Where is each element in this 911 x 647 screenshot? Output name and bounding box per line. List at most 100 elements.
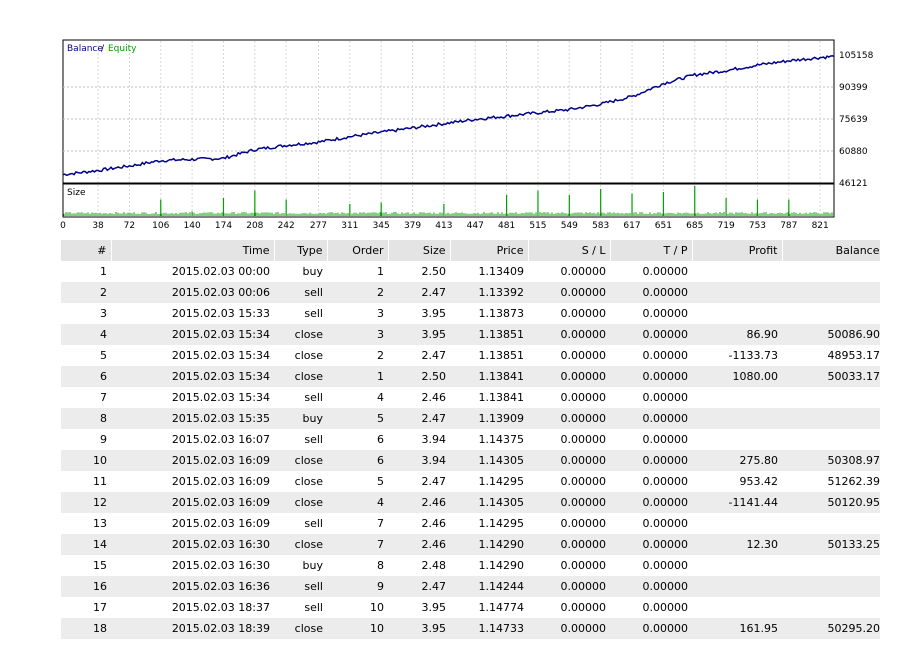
table-row[interactable]: 1 2015.02.03 00:00 buy 1 2.50 1.13409 0.00000 0…: [61, 261, 880, 282]
table-cell: close: [274, 366, 327, 387]
table-cell: 3.95: [421, 307, 447, 320]
table-row[interactable]: 6 2015.02.03 15:34 close 1 2.50 1.13841 0.0000…: [61, 366, 880, 387]
table-cell: 1: [100, 265, 107, 278]
table-row[interactable]: 15 2015.02.03 16:30 buy 8 2.48 1.14290 0.00000…: [61, 555, 880, 576]
column-header[interactable]: T / P: [610, 240, 693, 261]
table-cell: [692, 387, 782, 408]
table-cell: 2015.02.03 18:37: [171, 601, 270, 614]
column-header[interactable]: Time: [111, 240, 275, 261]
size-chart-title: Size: [67, 188, 86, 198]
table-cell: 0.00000: [610, 576, 692, 597]
table-cell: 0.00000: [610, 450, 692, 471]
table-cell: 2015.02.03 16:09: [111, 450, 274, 471]
table-cell: 6: [377, 433, 384, 446]
table-cell: 2015.02.03 15:35: [111, 408, 274, 429]
column-header[interactable]: Size: [388, 240, 451, 261]
table-cell: -1141.44: [692, 492, 782, 513]
table-cell: 15: [93, 559, 107, 572]
trades-table-container[interactable]: # Time Type Order Size Price S / LT / P Profit B…: [61, 240, 880, 647]
table-cell: 1.13409: [478, 265, 525, 278]
table-cell: 0.00000: [560, 349, 607, 362]
table-row[interactable]: 8 2015.02.03 15:35 buy 5 2.47 1.13909 0.00000 0…: [61, 408, 880, 429]
table-cell: 50295.20: [782, 618, 880, 639]
table-cell: 0.00000: [610, 408, 692, 429]
table-row[interactable]: 2 2015.02.03 00:06 sell 2 2.47 1.13392 0.00000…: [61, 282, 880, 303]
x-tick-label: 753: [749, 221, 766, 231]
table-cell: 1080.00: [692, 366, 782, 387]
table-cell: 0.00000: [642, 601, 689, 614]
table-cell: [692, 555, 782, 576]
table-cell: 2: [61, 282, 111, 303]
table-cell: 0.00000: [642, 475, 689, 488]
table-cell: 0.00000: [642, 349, 689, 362]
y-tick-label: 46121: [839, 179, 868, 189]
table-cell: 0.00000: [528, 534, 610, 555]
table-row[interactable]: 12 2015.02.03 16:09 close 4 2.46 1.14305 0.000…: [61, 492, 880, 513]
table-cell: 1.13841: [478, 391, 525, 404]
table-cell: 1.14290: [478, 559, 525, 572]
x-tick-label: 549: [561, 221, 578, 231]
x-tick-label: 617: [623, 221, 640, 231]
x-tick-label: 0: [60, 221, 66, 231]
table-cell: 17: [93, 601, 107, 614]
table-row[interactable]: 11 2015.02.03 16:09 close 5 2.47 1.14295 0.000…: [61, 471, 880, 492]
table-cell: 4: [377, 391, 384, 404]
table-cell: 2015.02.03 16:07: [171, 433, 270, 446]
table-cell: 50120.95: [782, 492, 880, 513]
table-cell: 2015.02.03 15:34: [171, 349, 270, 362]
table-row[interactable]: 18 2015.02.03 18:39 close 10 3.95 1.14733 0.00…: [61, 618, 880, 639]
table-cell: 2015.02.03 15:33: [171, 307, 270, 320]
table-cell: 50308.97: [782, 450, 880, 471]
x-tick-label: 38: [92, 221, 104, 231]
x-tick-label: 106: [152, 221, 169, 231]
table-cell: 2.47: [388, 576, 450, 597]
table-row[interactable]: 3 2015.02.03 15:33 sell 3 3.95 1.13873 0.00000…: [61, 303, 880, 324]
table-cell: 2.47: [421, 349, 447, 362]
table-cell: 12: [61, 492, 111, 513]
y-tick-label: 75639: [839, 115, 868, 125]
table-row[interactable]: 5 2015.02.03 15:34 close 2 2.47 1.13851 0.0000…: [61, 345, 880, 366]
table-cell: 5: [377, 475, 384, 488]
table-row[interactable]: 13 2015.02.03 16:09 sell 7 2.46 1.14295 0.0000…: [61, 513, 880, 534]
table-cell: 0.00000: [610, 366, 692, 387]
table-cell: 2015.02.03 16:36: [111, 576, 274, 597]
table-cell: 4: [61, 324, 111, 345]
table-cell: 1.13851: [450, 324, 528, 345]
column-header[interactable]: Type: [274, 240, 328, 261]
table-cell: 0.00000: [528, 324, 610, 345]
table-cell: [692, 408, 782, 429]
table-row[interactable]: 7 2015.02.03 15:34 sell 4 2.46 1.13841 0.00000…: [61, 387, 880, 408]
table-cell: close: [274, 618, 327, 639]
table-row[interactable]: 17 2015.02.03 18:37 sell 10 3.95 1.14774 0.000…: [61, 597, 880, 618]
x-tick-label: 277: [310, 221, 327, 231]
table-cell: buy: [302, 559, 323, 572]
column-header[interactable]: #: [61, 240, 112, 261]
table-cell: [692, 597, 782, 618]
table-cell: 0.00000: [528, 492, 610, 513]
column-header[interactable]: Balance: [782, 240, 880, 261]
table-cell: 275.80: [692, 450, 782, 471]
table-cell: 0.00000: [528, 618, 610, 639]
table-cell: [692, 429, 782, 450]
table-cell: 2015.02.03 15:34: [111, 324, 274, 345]
table-row[interactable]: 10 2015.02.03 16:09 close 6 3.94 1.14305 0.000…: [61, 450, 880, 471]
trades-table: # Time Type Order Size Price S / LT / P Profit B…: [61, 240, 880, 639]
x-tick-label: 821: [812, 221, 829, 231]
table-row[interactable]: 4 2015.02.03 15:34 close 3 3.95 1.13851 0.0000…: [61, 324, 880, 345]
table-row[interactable]: 14 2015.02.03 16:30 close 7 2.46 1.14290 0.000…: [61, 534, 880, 555]
table-cell: 2015.02.03 00:00: [171, 265, 270, 278]
table-cell: [782, 555, 880, 576]
column-header[interactable]: Profit: [692, 240, 783, 261]
legend-balance: Balance: [67, 44, 103, 54]
table-cell: 0.00000: [610, 492, 692, 513]
table-row[interactable]: 9 2015.02.03 16:07 sell 6 3.94 1.14375 0.00000…: [61, 429, 880, 450]
table-cell: 1.14244: [450, 576, 528, 597]
column-header[interactable]: Order: [327, 240, 389, 261]
column-header[interactable]: S / L: [528, 240, 611, 261]
table-row[interactable]: 16 2015.02.03 16:36 sell 9 2.47 1.14244 0.0000…: [61, 576, 880, 597]
table-cell: 0.00000: [610, 618, 692, 639]
table-cell: 2.50: [388, 366, 450, 387]
column-header[interactable]: Price: [450, 240, 529, 261]
table-cell: 0.00000: [528, 366, 610, 387]
table-cell: 0.00000: [560, 433, 607, 446]
